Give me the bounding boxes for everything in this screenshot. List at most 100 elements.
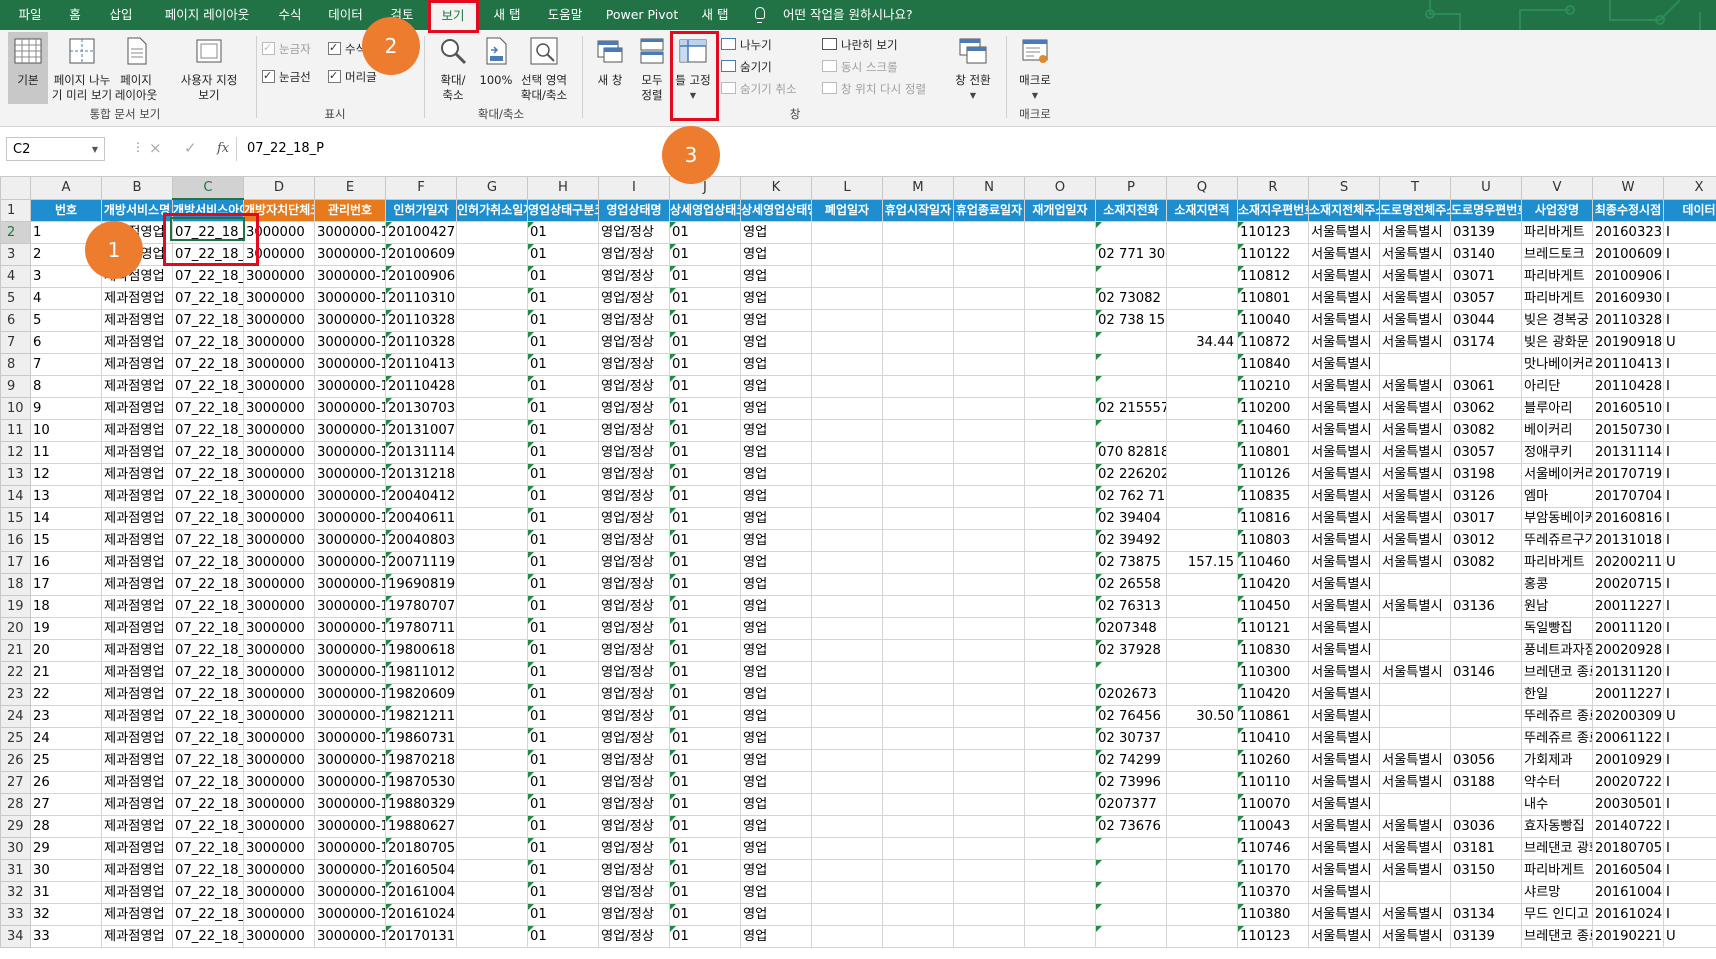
cell[interactable]: 3000000: [243, 661, 315, 684]
cell[interactable]: I: [1663, 507, 1716, 530]
cell[interactable]: 20020722100: [1592, 771, 1664, 794]
cell[interactable]: 서울특별시: [1308, 441, 1380, 464]
cell[interactable]: 부암동베이커리: [1521, 507, 1593, 530]
row-header[interactable]: 31: [0, 859, 31, 882]
synchronous-scrolling-button[interactable]: 동시 스크롤: [822, 58, 898, 76]
column-header-v[interactable]: V: [1521, 176, 1593, 200]
cell[interactable]: 영업: [740, 859, 812, 882]
cell[interactable]: [882, 243, 954, 266]
cell[interactable]: 25: [30, 749, 102, 772]
cell[interactable]: 3000000-1: [314, 727, 386, 750]
cell[interactable]: 0207348: [1095, 617, 1167, 640]
cell[interactable]: 3000000-1: [314, 661, 386, 684]
cell[interactable]: [1024, 419, 1096, 442]
cell[interactable]: [1095, 881, 1167, 904]
cell[interactable]: [1095, 419, 1167, 442]
cell[interactable]: 01: [527, 705, 599, 728]
cell[interactable]: 20131114: [385, 441, 457, 464]
cell[interactable]: [882, 595, 954, 618]
cell[interactable]: 3000000-1: [314, 793, 386, 816]
cell[interactable]: 무드 인디고: [1521, 903, 1593, 926]
cell[interactable]: [953, 375, 1025, 398]
cell[interactable]: 영업: [740, 243, 812, 266]
cell[interactable]: [953, 507, 1025, 530]
cell[interactable]: 제과점영업: [101, 397, 173, 420]
cell[interactable]: [882, 375, 954, 398]
cell[interactable]: 제과점영업: [101, 573, 173, 596]
cell[interactable]: 3000000: [243, 903, 315, 926]
tab-file[interactable]: 파일: [10, 0, 50, 30]
cell[interactable]: 영업: [740, 375, 812, 398]
cell[interactable]: 서울특별시: [1308, 243, 1380, 266]
row-header[interactable]: 11: [0, 419, 31, 442]
cell[interactable]: 영업: [740, 507, 812, 530]
cell[interactable]: 01: [527, 375, 599, 398]
cell[interactable]: [1095, 859, 1167, 882]
cell[interactable]: 110043: [1237, 815, 1309, 838]
cell[interactable]: 20160816100: [1592, 507, 1664, 530]
cell[interactable]: 01: [527, 925, 599, 948]
cell[interactable]: [1450, 727, 1522, 750]
cell[interactable]: 제과점영업: [101, 463, 173, 486]
row-header[interactable]: 1: [0, 198, 31, 222]
cell[interactable]: 영업: [740, 419, 812, 442]
row-header[interactable]: 20: [0, 617, 31, 640]
header-cell[interactable]: 소재지면적: [1166, 198, 1238, 222]
header-cell[interactable]: 최종수정시점: [1592, 198, 1664, 222]
cell[interactable]: 3000000: [243, 881, 315, 904]
cell[interactable]: 3000000-1: [314, 485, 386, 508]
cell[interactable]: 서울특별시: [1379, 463, 1451, 486]
cell[interactable]: 3000000: [243, 243, 315, 266]
cell[interactable]: 뚜레쥬르구기: [1521, 529, 1593, 552]
cell[interactable]: 영업/정상: [598, 771, 670, 794]
header-cell[interactable]: 개방자치단체코드: [243, 198, 315, 222]
cell[interactable]: 01: [669, 793, 741, 816]
cell[interactable]: 20180705100: [1592, 837, 1664, 860]
row-header[interactable]: 13: [0, 463, 31, 486]
cell[interactable]: 07_22_18_P: [172, 859, 244, 882]
cell[interactable]: [953, 815, 1025, 838]
cell[interactable]: 01: [669, 903, 741, 926]
cell[interactable]: 서울특별시: [1308, 397, 1380, 420]
cell[interactable]: 110410: [1237, 727, 1309, 750]
cell[interactable]: 영업/정상: [598, 287, 670, 310]
cell[interactable]: [456, 441, 528, 464]
cell[interactable]: 03044: [1450, 309, 1522, 332]
cell[interactable]: [456, 837, 528, 860]
cell[interactable]: 3000000: [243, 705, 315, 728]
cell[interactable]: [1166, 265, 1238, 288]
cell[interactable]: [953, 353, 1025, 376]
cell[interactable]: 07_22_18_P: [172, 529, 244, 552]
cell[interactable]: 01: [669, 331, 741, 354]
cell[interactable]: 01: [527, 397, 599, 420]
cell[interactable]: 110801: [1237, 441, 1309, 464]
cell[interactable]: 20020928100: [1592, 639, 1664, 662]
select-all-corner[interactable]: [0, 176, 31, 200]
cell[interactable]: [1166, 661, 1238, 684]
new-window-button[interactable]: 새 창: [588, 32, 632, 104]
cell[interactable]: 영업/정상: [598, 309, 670, 332]
cell[interactable]: 20110413100: [1592, 353, 1664, 376]
cell[interactable]: 01: [669, 595, 741, 618]
cell[interactable]: 01: [669, 661, 741, 684]
cell[interactable]: [811, 309, 883, 332]
cell[interactable]: 서울특별시: [1379, 507, 1451, 530]
cell[interactable]: [811, 287, 883, 310]
cell[interactable]: 영업/정상: [598, 463, 670, 486]
cell[interactable]: 07_22_18_P: [172, 551, 244, 574]
cell[interactable]: 약수터: [1521, 771, 1593, 794]
column-header-n[interactable]: N: [953, 176, 1025, 200]
row-header[interactable]: 5: [0, 287, 31, 310]
cell[interactable]: 07_22_18_P: [172, 837, 244, 860]
cell[interactable]: 서울특별시: [1308, 705, 1380, 728]
cell[interactable]: [456, 353, 528, 376]
cell[interactable]: 영업/정상: [598, 881, 670, 904]
cell[interactable]: 110126: [1237, 463, 1309, 486]
cell[interactable]: 독일빵집: [1521, 617, 1593, 640]
cell[interactable]: 3000000-1: [314, 815, 386, 838]
cell[interactable]: 3000000: [243, 551, 315, 574]
cell[interactable]: 28: [30, 815, 102, 838]
cell[interactable]: 제과점영업: [101, 661, 173, 684]
split-button[interactable]: 나누기: [721, 36, 772, 54]
cell[interactable]: 영업: [740, 221, 812, 244]
